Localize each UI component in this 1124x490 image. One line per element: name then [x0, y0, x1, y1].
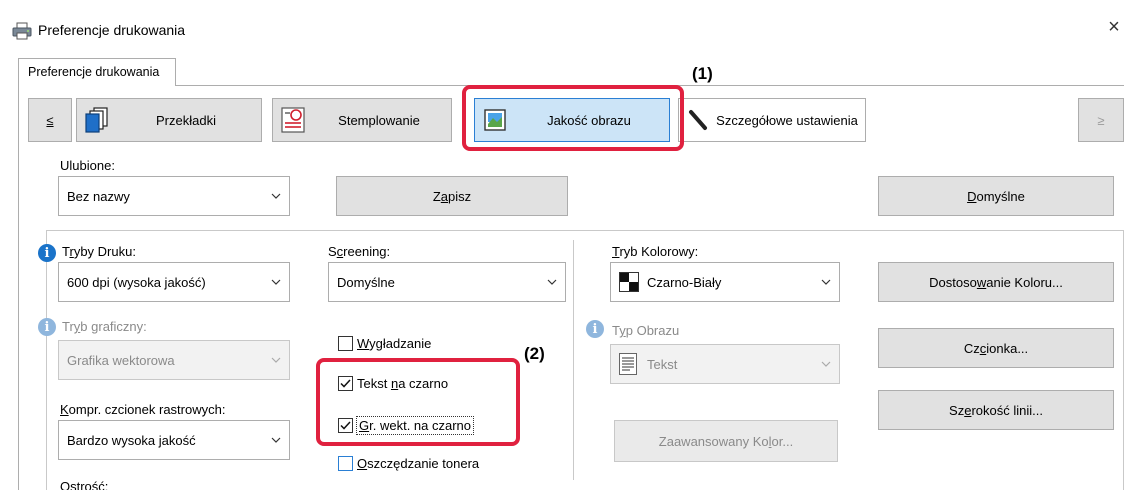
callout-label-2: (2): [524, 344, 545, 363]
favorites-select[interactable]: Bez nazwy: [58, 176, 290, 216]
save-label-part: Z: [432, 188, 441, 204]
raster-font-select[interactable]: Bardzo wysoka jakość: [58, 420, 290, 460]
label-part: ionka...: [986, 340, 1029, 356]
image-type-select[interactable]: Tekst: [610, 344, 840, 384]
graphics-mode-label: Tryb graficzny:: [62, 319, 147, 334]
sharpness-label: Ostrość:: [60, 479, 109, 490]
callout-label-1: (1): [692, 64, 713, 83]
label-part: Cz: [963, 340, 980, 356]
text-document-icon: [619, 353, 637, 375]
callout-box-1: [462, 85, 684, 151]
toolbar-next-button[interactable]: ≥: [1078, 98, 1124, 142]
pages-icon: [85, 107, 108, 133]
label-part: ryb Kolorowy:: [619, 244, 699, 259]
label-part: or...: [771, 433, 794, 449]
screening-label: Screening:: [328, 244, 390, 259]
raster-font-value: Bardzo wysoka jakość: [67, 432, 196, 448]
label-part: Sz: [949, 402, 965, 418]
info-icon[interactable]: i: [38, 244, 56, 262]
smoothing-label[interactable]: Wygładzanie: [357, 336, 431, 351]
toolbar-label: Szczegółowe ustawienia: [716, 112, 858, 128]
print-modes-value: 600 dpi (wysoka jakość): [67, 274, 206, 290]
toolbar-button-przekladki[interactable]: Przekładki: [76, 98, 262, 142]
info-icon[interactable]: i: [38, 318, 56, 336]
color-adjust-button[interactable]: Dostoso w anie Koloru...: [878, 262, 1114, 302]
chevron-down-icon: [263, 421, 289, 459]
label-part: Zaawansowany Ko: [658, 433, 769, 449]
image-type-label: Typ Obrazu: [612, 323, 679, 338]
defaults-label-part: omyślne: [976, 188, 1025, 204]
toolbar-button-stemplowanie[interactable]: Stemplowanie: [272, 98, 452, 142]
window-title: Preferencje drukowania: [38, 22, 186, 38]
color-mode-select[interactable]: Czarno-Biały: [610, 262, 840, 302]
save-label-hotkey: a: [440, 188, 449, 204]
label-hotkey: e: [964, 402, 972, 418]
label-part: ompr. czcionek rastrowych:: [68, 402, 226, 417]
label-hotkey: W: [357, 336, 370, 351]
label-part: anie Koloru...: [986, 274, 1063, 290]
toolbar-label: Przekładki: [156, 112, 216, 128]
favorites-value: Bez nazwy: [67, 188, 130, 204]
color-mode-label: Tryb Kolorowy:: [612, 244, 698, 259]
close-button[interactable]: ×: [1104, 16, 1124, 42]
next-label: ≥: [1097, 112, 1105, 128]
print-modes-select[interactable]: 600 dpi (wysoka jakość): [58, 262, 290, 302]
tab-print-preferences[interactable]: Preferencje drukowania: [18, 58, 176, 86]
chevron-down-icon: [813, 345, 839, 383]
chevron-down-icon: [263, 341, 289, 379]
line-width-button[interactable]: Sz e rokość linii...: [878, 390, 1114, 430]
label-part: yby Druku:: [73, 244, 136, 259]
label-part: S: [328, 244, 337, 259]
smoothing-checkbox[interactable]: [338, 336, 353, 351]
prev-label: ≤: [46, 112, 54, 128]
label-part: ygładzanie: [369, 336, 432, 351]
raster-font-label: Kompr. czcionek rastrowych:: [60, 402, 225, 417]
graphics-mode-value: Grafika wektorowa: [67, 352, 175, 368]
label-hotkey: w: [976, 274, 987, 290]
defaults-label-hotkey: D: [967, 188, 977, 204]
chevron-down-icon: [539, 263, 565, 301]
toolbar-prev-button[interactable]: ≤: [28, 98, 72, 142]
screening-select[interactable]: Domyślne: [328, 262, 566, 302]
toner-save-checkbox[interactable]: [338, 456, 353, 471]
label-hotkey: K: [60, 402, 69, 417]
chevron-down-icon: [813, 263, 839, 301]
save-label-part: pisz: [448, 188, 472, 204]
color-mode-value: Czarno-Biały: [647, 274, 722, 290]
label-part: Dostoso: [929, 274, 977, 290]
callout-box-2: [316, 358, 520, 446]
stamp-icon: [281, 107, 305, 133]
defaults-button[interactable]: Domyślne: [878, 176, 1114, 216]
advanced-color-button[interactable]: Zaawansowany Ko l or...: [614, 420, 838, 462]
toolbar-label: Stemplowanie: [338, 112, 420, 128]
printer-icon: [12, 22, 32, 40]
font-button[interactable]: Cz c ionka...: [878, 328, 1114, 368]
info-icon[interactable]: i: [586, 320, 604, 338]
column-divider: [573, 240, 574, 480]
graphics-mode-select[interactable]: Grafika wektorowa: [58, 340, 290, 380]
label-hotkey: O: [357, 456, 368, 471]
label-part: b graficzny:: [80, 319, 147, 334]
label-part: reening:: [343, 244, 391, 259]
screening-value: Domyślne: [337, 274, 395, 290]
toolbar-button-szczegolowe-ustawienia[interactable]: Szczegółowe ustawienia: [678, 98, 866, 142]
favorites-label: Ulubione:: [60, 158, 115, 173]
label-part: rokość linii...: [971, 402, 1043, 418]
chevron-down-icon: [263, 177, 289, 215]
black-white-icon: [619, 272, 639, 292]
label-part: szczędzanie tonera: [367, 456, 480, 471]
print-modes-label: Tryby Druku:: [62, 244, 136, 259]
wrench-icon: [689, 110, 707, 130]
save-button[interactable]: Za pisz: [336, 176, 568, 216]
image-type-value: Tekst: [647, 356, 678, 372]
label-part: Tr: [62, 319, 74, 334]
chevron-down-icon: [263, 263, 289, 301]
label-part: p Obrazu: [625, 323, 680, 338]
toner-save-label[interactable]: Oszczędzanie tonera: [357, 456, 479, 471]
